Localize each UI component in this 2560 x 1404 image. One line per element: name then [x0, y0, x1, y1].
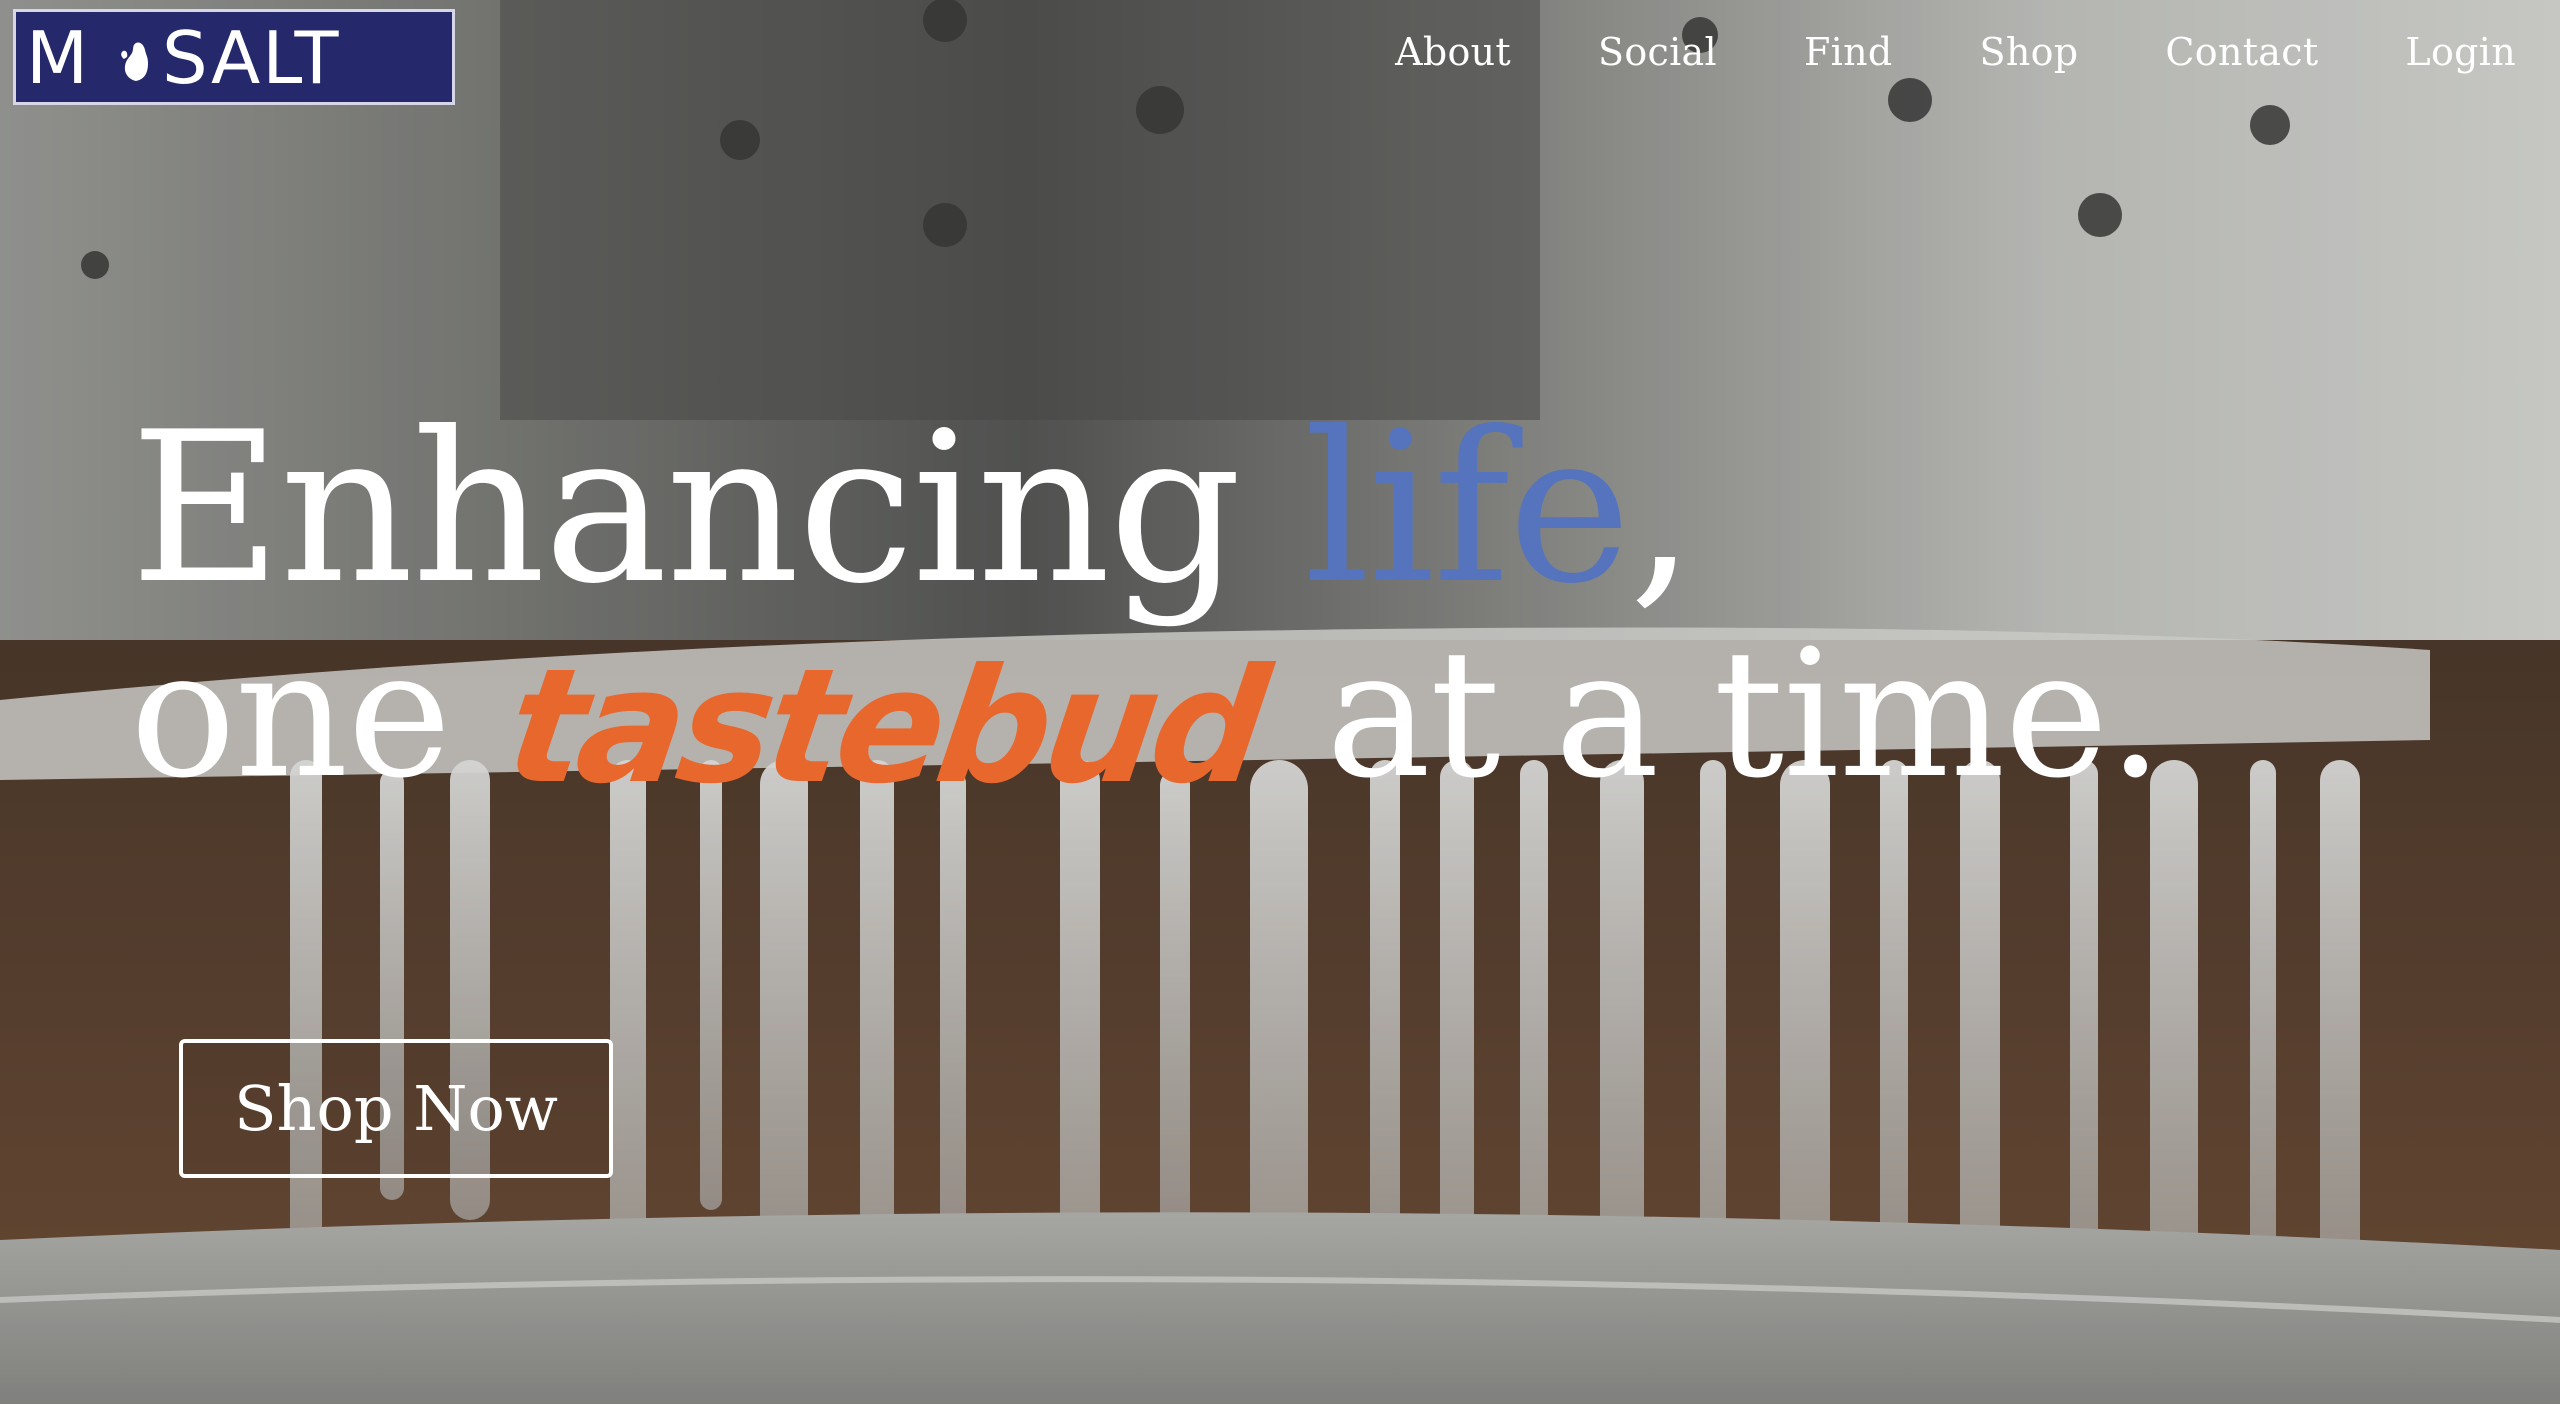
headline-word-tastebud: tastebud: [497, 635, 1274, 819]
nav-find[interactable]: Find: [1804, 30, 1893, 74]
headline-comma: ,: [1629, 388, 1695, 630]
nav-about[interactable]: About: [1395, 30, 1511, 74]
nav-social[interactable]: Social: [1598, 30, 1717, 74]
headline-line-2: one tastebud at a time.: [130, 627, 2163, 820]
headline-words-at-a-time: at a time.: [1325, 612, 2163, 817]
shop-now-button[interactable]: Shop Now: [179, 1039, 613, 1178]
site-logo[interactable]: M SALT: [13, 9, 455, 105]
headline-line-1: Enhancing life,: [130, 405, 2162, 613]
headline-word-enhancing: Enhancing: [130, 388, 1242, 630]
nav-contact[interactable]: Contact: [2165, 30, 2318, 74]
headline-word-life: life: [1303, 388, 1631, 630]
nav-login[interactable]: Login: [2405, 30, 2516, 74]
headline-word-one: one: [130, 612, 451, 817]
main-nav: About Social Find Shop Contact Login: [1308, 30, 2516, 74]
logo-letters-salt: SALT: [162, 17, 340, 97]
logo-letter-m: M: [26, 17, 88, 97]
michigan-mitten-icon: [121, 42, 148, 81]
logo-wordmark: M SALT: [26, 17, 340, 97]
hero-headline: Enhancing life, one tastebud at a time.: [130, 405, 2163, 820]
nav-shop[interactable]: Shop: [1979, 30, 2078, 74]
